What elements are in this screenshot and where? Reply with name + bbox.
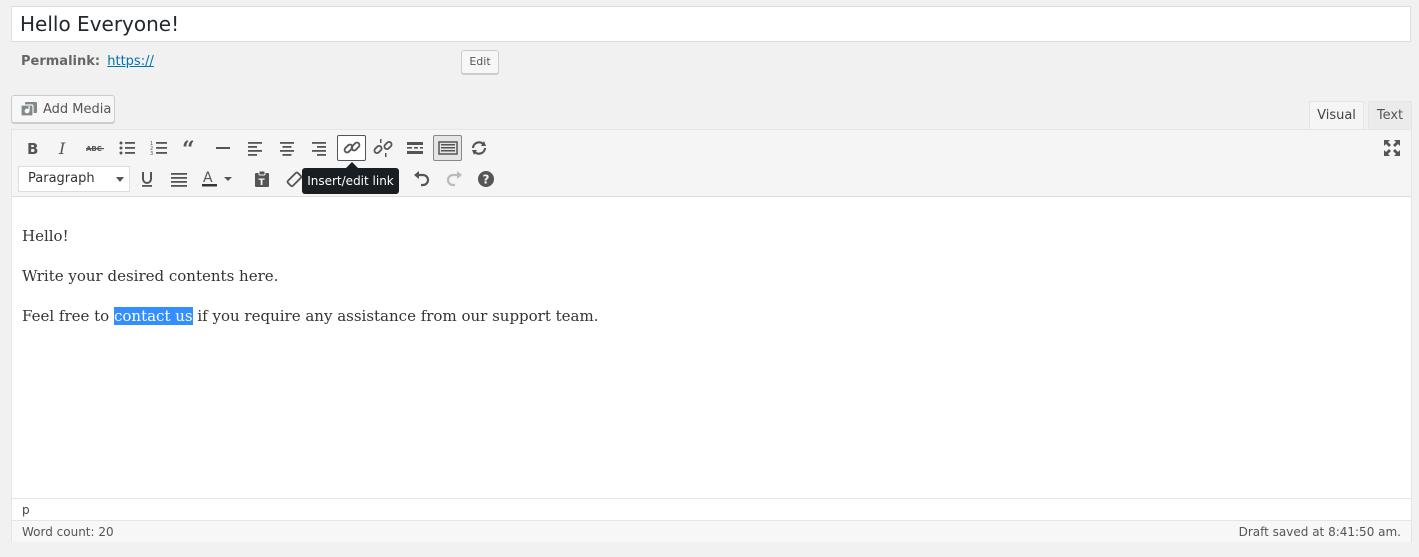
read-more-icon[interactable] [401, 134, 429, 162]
post-title-input[interactable]: Hello Everyone! [11, 6, 1411, 42]
underline-icon[interactable] [133, 165, 161, 193]
bulleted-list-icon[interactable] [113, 134, 141, 162]
svg-text:T: T [259, 178, 266, 188]
tab-visual[interactable]: Visual [1309, 101, 1364, 131]
path-item[interactable]: p [22, 503, 30, 517]
align-right-icon[interactable] [305, 134, 333, 162]
svg-text:“: “ [182, 138, 195, 158]
format-select[interactable]: Paragraph [18, 166, 130, 192]
svg-text:?: ? [483, 173, 490, 187]
svg-text:I: I [58, 139, 66, 158]
paste-text-icon[interactable]: T [248, 165, 276, 193]
refresh-icon[interactable] [465, 134, 493, 162]
help-icon[interactable]: ? [472, 165, 500, 193]
editor-content[interactable]: Hello! Write your desired contents here.… [12, 198, 1411, 498]
align-left-icon[interactable] [241, 134, 269, 162]
svg-text:B: B [27, 140, 38, 158]
redo-icon[interactable] [440, 165, 468, 193]
edit-permalink-button[interactable]: Edit [461, 50, 499, 74]
bold-icon[interactable]: B [18, 134, 46, 162]
selected-link-text[interactable]: contact us [113, 307, 193, 325]
svg-text:A: A [203, 170, 213, 186]
status-bar: Word count: 20 Draft saved at 8:41:50 am… [12, 520, 1411, 542]
numbered-list-icon[interactable]: 123 [145, 134, 173, 162]
add-media-label: Add Media [43, 101, 112, 117]
link-icon[interactable] [337, 135, 366, 161]
add-media-button[interactable]: Add Media [11, 95, 115, 123]
italic-icon[interactable]: I [49, 134, 77, 162]
editor: B I ABC 123 “ [11, 129, 1412, 542]
element-path: p [12, 498, 1411, 520]
align-center-icon[interactable] [273, 134, 301, 162]
toolbar-toggle-icon[interactable] [433, 135, 462, 161]
blockquote-icon[interactable]: “ [177, 134, 205, 162]
horizontal-line-icon[interactable] [209, 134, 237, 162]
editor-toolbar: B I ABC 123 “ [12, 130, 1411, 197]
media-icon [20, 102, 37, 117]
paragraph: Hello! [22, 227, 69, 245]
paragraph: Feel free to contact us if you require a… [22, 306, 1401, 326]
draft-saved-status: Draft saved at 8:41:50 am. [1238, 525, 1401, 539]
text-run: Feel free to [22, 307, 114, 325]
permalink: Permalink: https:// [21, 54, 154, 70]
chevron-down-icon [116, 177, 124, 182]
fullscreen-icon[interactable] [1378, 134, 1406, 162]
tab-text[interactable]: Text [1368, 101, 1412, 130]
format-select-value: Paragraph [28, 171, 95, 186]
paragraph: Write your desired contents here. [22, 267, 279, 285]
text-run: if you require any assistance from our s… [192, 307, 599, 325]
word-count: Word count: 20 [22, 525, 114, 539]
permalink-label: Permalink: [21, 54, 101, 69]
undo-icon[interactable] [408, 165, 436, 193]
tooltip: Insert/edit link [302, 162, 399, 194]
strikethrough-icon[interactable]: ABC [81, 134, 109, 162]
text-color-icon[interactable]: A [197, 165, 239, 193]
permalink-url[interactable]: https:// [107, 54, 154, 69]
unlink-icon[interactable] [369, 134, 397, 162]
justify-icon[interactable] [165, 165, 193, 193]
svg-text:3: 3 [150, 151, 153, 157]
